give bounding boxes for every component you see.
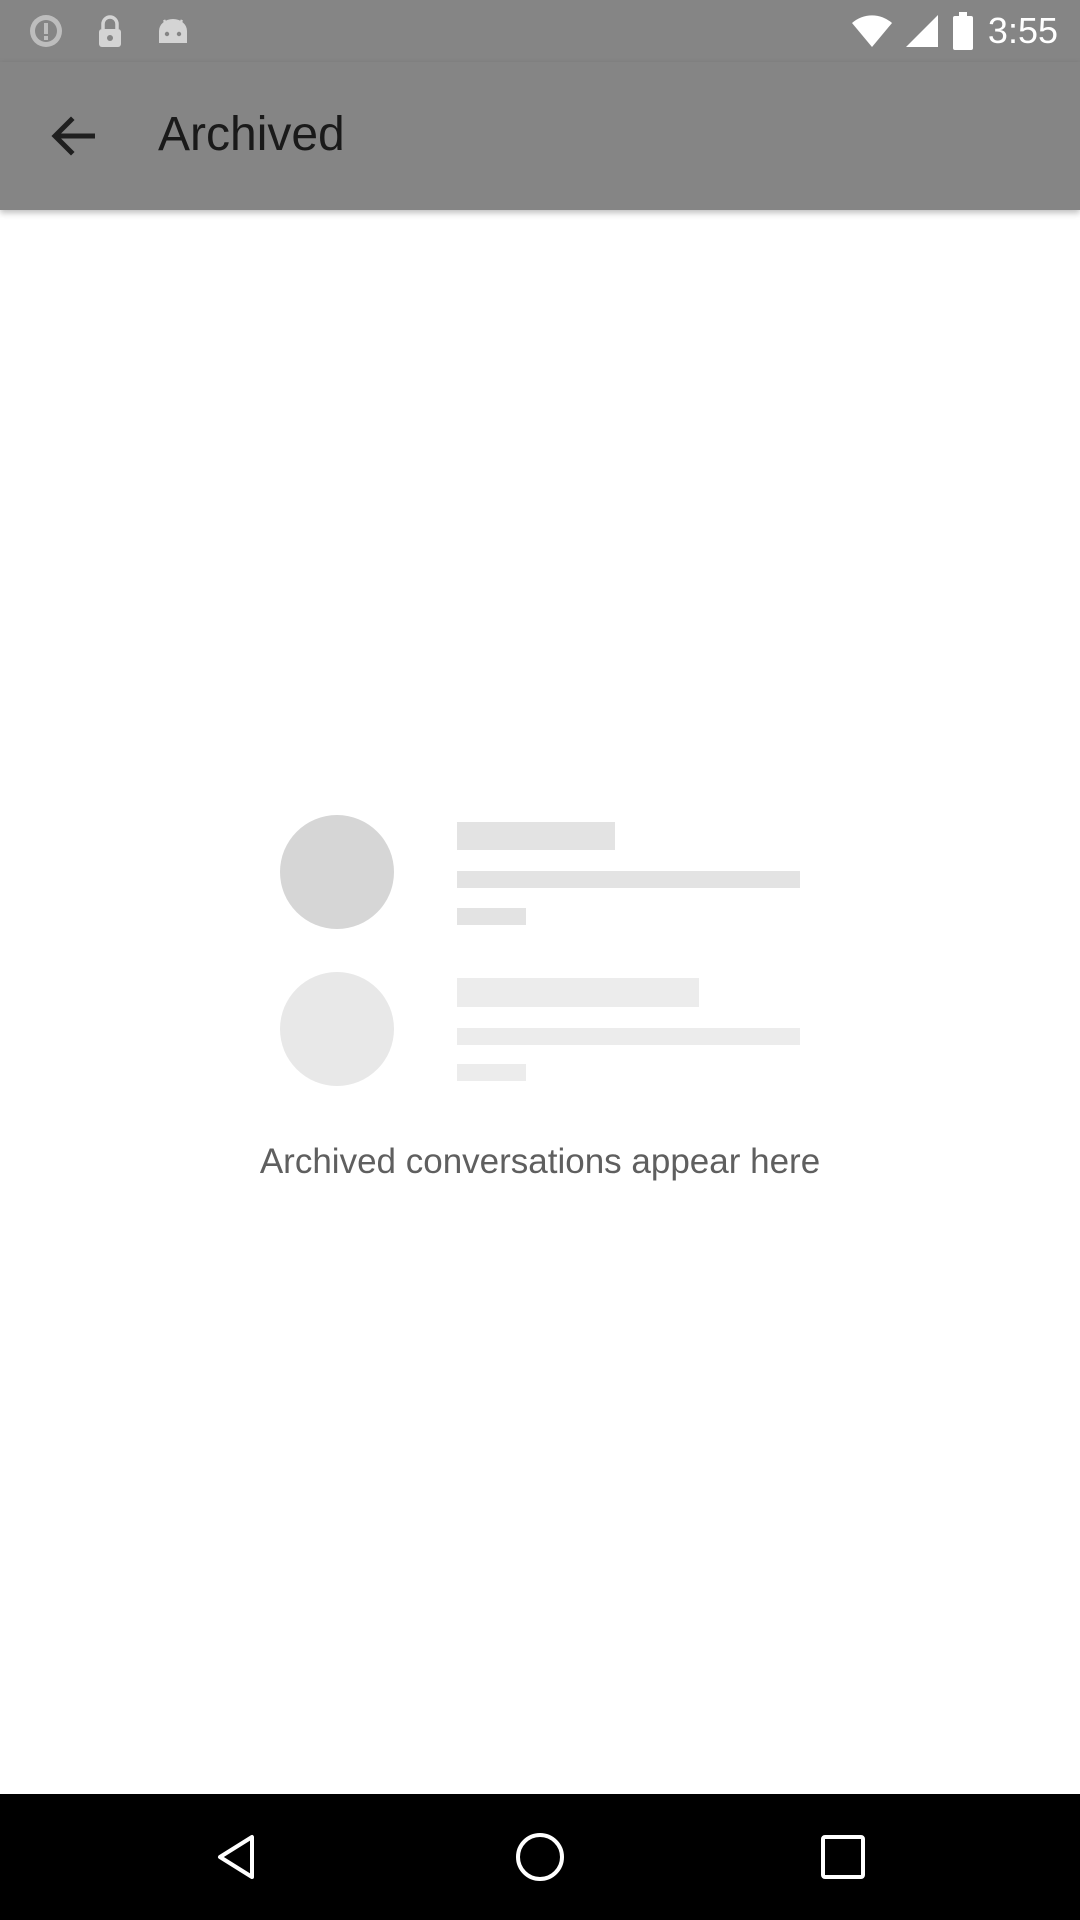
- placeholder-short-bar: [457, 1064, 526, 1081]
- placeholder-line-bar: [457, 1028, 800, 1045]
- status-bar: 3:55: [0, 0, 1080, 62]
- back-triangle-icon: [212, 1832, 262, 1882]
- app-bar: Archived: [0, 62, 1080, 210]
- empty-state-illustration: [280, 815, 800, 1086]
- recents-square-icon: [820, 1834, 866, 1880]
- nav-recents-button[interactable]: [803, 1817, 883, 1897]
- empty-state-message: Archived conversations appear here: [259, 1142, 821, 1181]
- placeholder-short-bar: [457, 908, 526, 925]
- back-button[interactable]: [33, 102, 113, 170]
- placeholder-title-bar: [457, 822, 615, 850]
- nav-back-button[interactable]: [197, 1817, 277, 1897]
- home-circle-icon: [514, 1831, 566, 1883]
- wifi-icon: [850, 13, 894, 49]
- android-icon: [155, 13, 191, 49]
- lock-icon: [92, 13, 128, 49]
- navigation-bar: [0, 1794, 1080, 1920]
- signal-icon: [904, 13, 940, 49]
- page-title: Archived: [158, 108, 345, 161]
- battery-icon: [952, 12, 974, 50]
- placeholder-title-bar: [457, 978, 699, 1007]
- status-time: 3:55: [987, 10, 1058, 51]
- placeholder-avatar: [280, 815, 394, 929]
- placeholder-line-bar: [457, 871, 800, 888]
- screen: 3:55 Archived Archived conversations app…: [0, 0, 1080, 1920]
- nav-home-button[interactable]: [500, 1817, 580, 1897]
- alert-icon: [28, 13, 64, 49]
- status-bar-right: 3:55: [850, 0, 1080, 62]
- arrow-back-icon: [51, 116, 96, 156]
- placeholder-avatar: [280, 972, 394, 1086]
